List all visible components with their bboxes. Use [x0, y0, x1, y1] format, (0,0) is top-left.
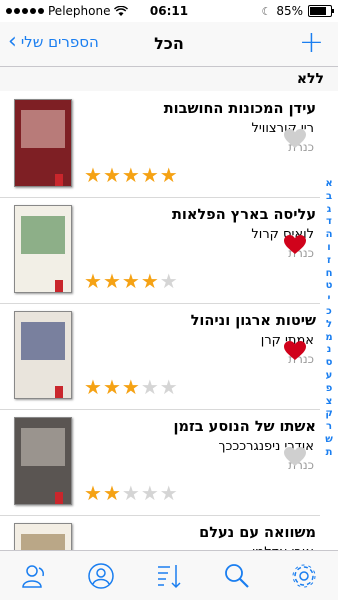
star-rating[interactable]: ★ ★ ★ ★ ★: [84, 271, 178, 291]
cover-art: [21, 216, 65, 254]
heart-icon[interactable]: [284, 341, 306, 361]
bookmark-ribbon: [55, 492, 63, 504]
index-letter[interactable]: ק: [325, 408, 332, 419]
index-letter[interactable]: נ: [327, 344, 332, 355]
search-icon[interactable]: [221, 560, 253, 592]
heart-icon[interactable]: [284, 235, 306, 255]
star-icon[interactable]: ★: [103, 483, 121, 503]
star-icon[interactable]: ★: [122, 377, 140, 397]
book-cover: [14, 205, 72, 293]
book-title: משוואה עם נעלם: [199, 525, 316, 541]
cover-art: [21, 110, 65, 148]
star-icon[interactable]: ★: [160, 165, 178, 185]
battery-info: ☾ 85%: [261, 4, 334, 18]
index-letter[interactable]: ל: [326, 319, 332, 330]
index-letter[interactable]: ה: [326, 229, 333, 240]
index-letter[interactable]: כ: [326, 306, 332, 317]
book-cover: [14, 417, 72, 505]
star-icon[interactable]: ★: [84, 483, 102, 503]
profile-icon[interactable]: [85, 560, 117, 592]
index-letter[interactable]: י: [328, 293, 331, 304]
star-icon[interactable]: ★: [103, 377, 121, 397]
star-icon[interactable]: ★: [122, 271, 140, 291]
heart-icon[interactable]: [284, 129, 306, 149]
book-cover: [14, 99, 72, 187]
star-icon[interactable]: ★: [160, 377, 178, 397]
index-letter[interactable]: ד: [326, 216, 332, 227]
star-rating[interactable]: ★ ★ ★ ★ ★: [84, 165, 178, 185]
index-letter[interactable]: ס: [326, 357, 333, 368]
tab-bar: [0, 550, 338, 600]
book-row[interactable]: שיטות ארגון וניהול אמתי קרן כנרת ★ ★ ★ ★ ★: [0, 303, 320, 410]
cover-art: [21, 322, 65, 360]
star-icon[interactable]: ★: [84, 377, 102, 397]
index-letter[interactable]: ר: [326, 421, 332, 432]
section-title: ללא: [296, 71, 324, 87]
book-list: עידן המכונות החושבות ריי קורצוויל כנרת ★ ★ ★ ★…: [0, 91, 320, 559]
book-row[interactable]: עליסה בארץ הפלאות לואיס קרול כנרת ★ ★ ★ ★ ★: [0, 197, 320, 304]
bookmark-ribbon: [55, 386, 63, 398]
index-letter[interactable]: ע: [326, 370, 333, 381]
index-letter[interactable]: א: [325, 178, 332, 189]
heart-icon[interactable]: [284, 447, 306, 467]
star-rating[interactable]: ★ ★ ★ ★ ★: [84, 483, 178, 503]
index-letter[interactable]: ת: [326, 447, 333, 458]
status-bar: Pelephone 06:11 ☾ 85%: [0, 0, 338, 22]
star-icon[interactable]: ★: [141, 271, 159, 291]
book-row[interactable]: אשתו של הנוסע בזמן אודרי ניפנגרכככך כנרת ★ ★…: [0, 409, 320, 516]
cover-art: [21, 428, 65, 466]
star-icon[interactable]: ★: [103, 165, 121, 185]
index-letter[interactable]: ש: [325, 434, 333, 445]
moon-icon: ☾: [261, 4, 272, 18]
index-letter[interactable]: ז: [327, 255, 331, 266]
book-title: אשתו של הנוסע בזמן: [173, 419, 317, 435]
star-icon[interactable]: ★: [84, 165, 102, 185]
sort-icon[interactable]: [153, 560, 185, 592]
contacts-icon[interactable]: [18, 560, 50, 592]
book-title: עידן המכונות החושבות: [163, 101, 316, 117]
alphabet-index[interactable]: אבגדהוזחטיכלמנסעפצקרשת: [322, 178, 336, 458]
star-icon[interactable]: ★: [160, 483, 178, 503]
star-icon[interactable]: ★: [84, 271, 102, 291]
index-letter[interactable]: פ: [326, 383, 333, 394]
navigation-bar: ‹ הספרים שלי הכל +: [0, 22, 338, 67]
book-title: עליסה בארץ הפלאות: [171, 207, 316, 223]
index-letter[interactable]: ג: [327, 204, 331, 215]
gear-icon[interactable]: [288, 560, 320, 592]
star-icon[interactable]: ★: [122, 483, 140, 503]
battery-percent: 85%: [276, 4, 303, 18]
chevron-left-icon: ‹: [8, 29, 17, 54]
star-icon[interactable]: ★: [141, 165, 159, 185]
star-icon[interactable]: ★: [122, 165, 140, 185]
index-letter[interactable]: ט: [326, 280, 333, 291]
book-title: שיטות ארגון וניהול: [190, 313, 316, 329]
bookmark-ribbon: [55, 174, 63, 186]
section-header: ללא: [0, 67, 338, 91]
bookmark-ribbon: [55, 280, 63, 292]
star-icon[interactable]: ★: [103, 271, 121, 291]
index-letter[interactable]: מ: [325, 332, 332, 343]
book-cover: [14, 311, 72, 399]
book-row[interactable]: עידן המכונות החושבות ריי קורצוויל כנרת ★ ★ ★ ★…: [0, 91, 320, 198]
star-rating[interactable]: ★ ★ ★ ★ ★: [84, 377, 178, 397]
star-icon[interactable]: ★: [141, 377, 159, 397]
index-letter[interactable]: ב: [326, 191, 332, 202]
back-label: הספרים שלי: [20, 33, 99, 51]
battery-icon: [308, 5, 334, 17]
index-letter[interactable]: ח: [326, 268, 333, 279]
plus-icon[interactable]: +: [299, 28, 324, 58]
index-letter[interactable]: צ: [326, 396, 333, 407]
star-icon[interactable]: ★: [141, 483, 159, 503]
index-letter[interactable]: ו: [327, 242, 330, 253]
back-button[interactable]: ‹ הספרים שלי: [8, 29, 99, 54]
star-icon[interactable]: ★: [160, 271, 178, 291]
